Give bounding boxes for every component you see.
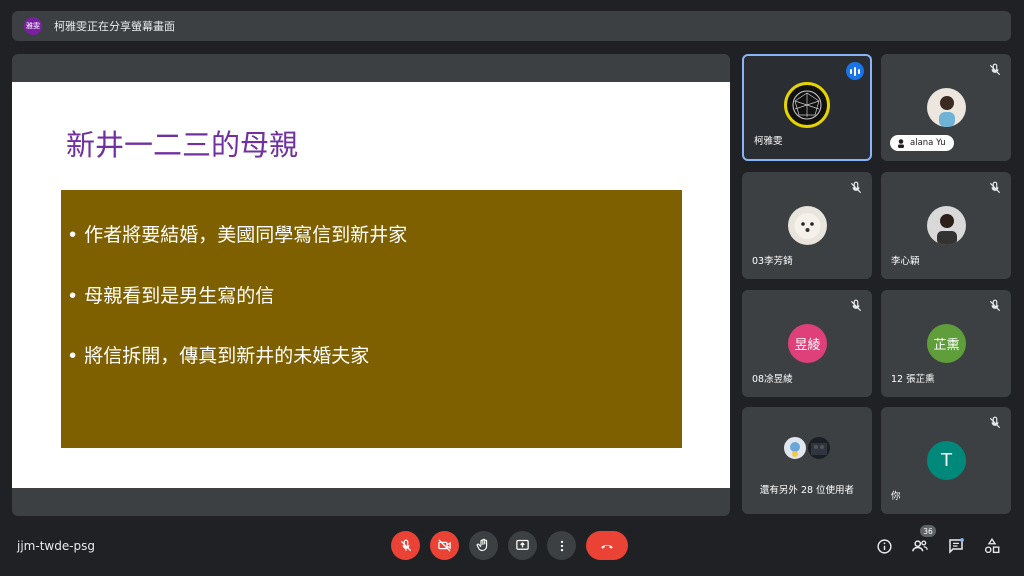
more-options-icon <box>560 540 563 551</box>
info-icon <box>876 538 892 554</box>
camera-off-icon <box>438 539 451 552</box>
chat-icon <box>949 538 964 554</box>
bullet-text: 將信拆開，傳真到新井的未婚夫家 <box>84 345 370 367</box>
speaking-indicator-icon <box>846 62 864 80</box>
participant-name: 12 張芷熏 <box>891 374 935 385</box>
slide-content-box: • 作者將要結婚，美國同學寫信到新井家 • 母親看到是男生寫的信 • 將信拆開，傳真到… <box>61 190 682 448</box>
bullet-dot: • <box>67 345 79 367</box>
avatar-photo-icon <box>811 443 827 455</box>
globe-network-icon <box>792 90 822 120</box>
presentation-banner: 雅雯 柯雅雯正在分享螢幕畫面 <box>12 11 1011 41</box>
participant-name: 李心穎 <box>891 256 920 267</box>
avatar <box>788 206 827 245</box>
participant-tile[interactable]: 03李芳錡 <box>742 172 872 279</box>
avatar <box>806 435 832 461</box>
participant-tile-speaking[interactable]: 柯雅雯 <box>742 54 872 161</box>
participant-name: 你 <box>891 491 901 502</box>
participant-tile[interactable]: 李心穎 <box>881 172 1011 279</box>
participant-name: 08凃昱綾 <box>752 374 793 385</box>
bullet-text: 作者將要結婚，美國同學寫信到新井家 <box>84 224 408 246</box>
mic-off-icon <box>989 416 1001 429</box>
control-bar: jjm-twde-psg <box>0 524 1024 576</box>
activities-icon <box>984 538 1000 554</box>
people-button[interactable] <box>910 536 930 556</box>
participant-tile[interactable]: 昱綾 08凃昱綾 <box>742 290 872 397</box>
self-tile[interactable]: T 你 <box>881 407 1011 514</box>
mic-off-icon <box>850 181 862 194</box>
participant-tile[interactable]: 芷熏 12 張芷熏 <box>881 290 1011 397</box>
avatar <box>927 206 966 245</box>
mic-off-icon <box>400 539 411 551</box>
other-participants-label: 還有另外 28 位使用者 <box>759 485 855 496</box>
shared-screen: 新井一二三的母親 • 作者將要結婚，美國同學寫信到新井家 • 母親看到是男生寫的信 … <box>12 54 730 516</box>
participant-name: 柯雅雯 <box>754 136 783 147</box>
slide-bullet: • 母親看到是男生寫的信 <box>67 281 274 308</box>
participant-name: 03李芳錡 <box>752 256 793 267</box>
person-icon <box>898 139 904 148</box>
participants-count-badge: 36 <box>920 525 936 537</box>
name-pill: alana Yu <box>890 135 954 151</box>
bullet-dot: • <box>67 285 79 307</box>
avatar-photo-icon <box>939 96 955 127</box>
avatar: 芷熏 <box>927 324 966 363</box>
present-screen-icon <box>516 539 529 550</box>
avatar-photo-icon <box>790 442 800 457</box>
leave-call-button[interactable] <box>586 531 628 560</box>
raise-hand-icon <box>476 538 488 552</box>
presentation-slide: 新井一二三的母親 • 作者將要結婚，美國同學寫信到新井家 • 母親看到是男生寫的信 … <box>12 82 730 488</box>
avatar: 昱綾 <box>788 324 827 363</box>
avatar <box>927 88 966 127</box>
presenter-avatar: 雅雯 <box>24 17 42 35</box>
mic-off-icon <box>850 299 862 312</box>
avatar <box>784 82 830 128</box>
bullet-dot: • <box>67 224 79 246</box>
slide-bullet: • 作者將要結婚，美國同學寫信到新井家 <box>67 220 407 247</box>
mic-off-icon <box>989 63 1001 76</box>
meeting-code: jjm-twde-psg <box>17 539 96 553</box>
avatar <box>782 435 808 461</box>
dog-photo-icon <box>794 213 821 239</box>
meeting-info-button[interactable] <box>874 536 894 556</box>
people-icon <box>912 540 928 552</box>
participant-tile[interactable]: alana Yu <box>881 54 1011 161</box>
more-options-button[interactable] <box>547 531 576 560</box>
activities-button[interactable] <box>982 536 1002 556</box>
slide-title: 新井一二三的母親 <box>66 128 299 162</box>
present-screen-button[interactable] <box>508 531 537 560</box>
other-participants-tile[interactable]: 還有另外 28 位使用者 <box>742 407 872 514</box>
avatar: T <box>927 441 966 480</box>
presenting-status-text: 柯雅雯正在分享螢幕畫面 <box>54 20 175 33</box>
microphone-toggle-button[interactable] <box>391 531 420 560</box>
avatar-photo-icon <box>937 214 957 245</box>
raise-hand-button[interactable] <box>469 531 498 560</box>
bullet-text: 母親看到是男生寫的信 <box>84 285 275 307</box>
chat-button[interactable] <box>946 536 966 556</box>
slide-bullet: • 將信拆開，傳真到新井的未婚夫家 <box>67 341 369 368</box>
hang-up-icon <box>601 544 613 549</box>
participant-name: alana Yu <box>910 138 946 148</box>
camera-toggle-button[interactable] <box>430 531 459 560</box>
mic-off-icon <box>989 181 1001 194</box>
mic-off-icon <box>989 299 1001 312</box>
